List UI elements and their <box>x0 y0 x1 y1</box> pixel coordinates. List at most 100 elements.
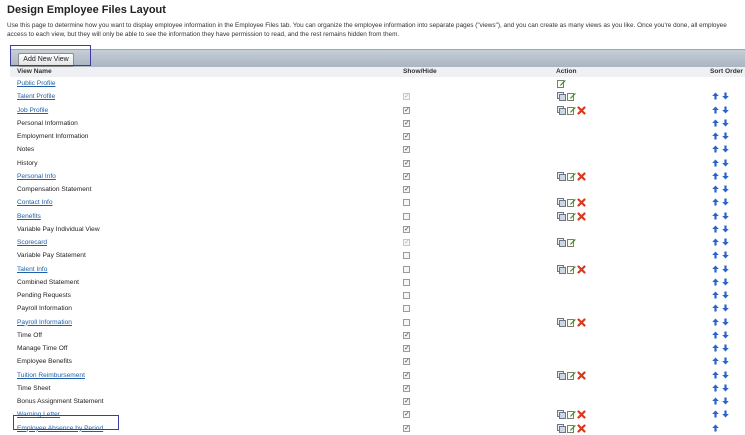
arrow-down-icon[interactable] <box>722 304 732 312</box>
edit-icon[interactable] <box>567 106 577 115</box>
arrow-down-icon[interactable] <box>722 212 732 220</box>
view-name-link[interactable]: Benefits <box>17 213 41 220</box>
edit-icon[interactable] <box>567 92 577 102</box>
copy-icon[interactable] <box>557 92 567 102</box>
arrow-up-icon[interactable] <box>712 132 722 140</box>
edit-icon[interactable] <box>567 265 577 274</box>
arrow-down-icon[interactable] <box>722 172 732 180</box>
arrow-down-icon[interactable] <box>722 371 732 379</box>
show-hide-checkbox[interactable]: ✓ <box>403 411 410 419</box>
view-name-link[interactable]: Job Profile <box>17 107 48 114</box>
arrow-up-icon[interactable] <box>712 212 722 220</box>
show-hide-checkbox[interactable] <box>403 199 410 207</box>
arrow-down-icon[interactable] <box>722 344 732 352</box>
arrow-up-icon[interactable] <box>712 238 722 246</box>
arrow-down-icon[interactable] <box>722 265 732 273</box>
show-hide-checkbox[interactable]: ✓ <box>403 186 410 193</box>
delete-icon[interactable] <box>577 211 587 221</box>
edit-icon[interactable] <box>567 238 577 247</box>
arrow-up-icon[interactable] <box>712 265 722 273</box>
arrow-up-icon[interactable] <box>712 106 722 114</box>
view-name-link[interactable]: Talent Profile <box>17 93 55 100</box>
arrow-down-icon[interactable] <box>722 397 732 405</box>
copy-icon[interactable] <box>557 198 567 208</box>
edit-icon[interactable] <box>557 79 567 88</box>
arrow-up-icon[interactable] <box>712 172 722 180</box>
show-hide-checkbox[interactable]: ✓ <box>403 146 410 154</box>
arrow-down-icon[interactable] <box>722 198 732 206</box>
view-name-link[interactable]: Contact Info <box>17 199 53 206</box>
arrow-up-icon[interactable] <box>712 251 722 259</box>
arrow-up-icon[interactable] <box>712 304 722 312</box>
arrow-down-icon[interactable] <box>722 318 732 326</box>
show-hide-checkbox[interactable]: ✓ <box>403 331 410 339</box>
view-name-link[interactable]: Tuition Reimbursement <box>17 372 85 379</box>
copy-icon[interactable] <box>557 238 567 247</box>
delete-icon[interactable] <box>577 423 587 433</box>
show-hide-checkbox[interactable]: ✓ <box>403 225 410 233</box>
delete-icon[interactable] <box>577 317 587 327</box>
copy-icon[interactable] <box>557 410 567 420</box>
arrow-down-icon[interactable] <box>722 410 732 418</box>
arrow-up-icon[interactable] <box>712 331 722 339</box>
arrow-down-icon[interactable] <box>722 331 732 339</box>
show-hide-checkbox[interactable]: ✓ <box>403 384 410 392</box>
arrow-down-icon[interactable] <box>722 92 732 100</box>
copy-icon[interactable] <box>557 211 567 221</box>
arrow-up-icon[interactable] <box>712 225 722 233</box>
arrow-down-icon[interactable] <box>722 132 732 140</box>
arrow-up-icon[interactable] <box>712 371 722 379</box>
show-hide-checkbox[interactable] <box>403 265 410 273</box>
arrow-down-icon[interactable] <box>722 291 732 299</box>
view-name-link[interactable]: Scorecard <box>17 239 47 246</box>
edit-icon[interactable] <box>567 318 577 327</box>
delete-icon[interactable] <box>577 370 587 380</box>
copy-icon[interactable] <box>557 105 567 115</box>
show-hide-checkbox[interactable]: ✓ <box>403 119 410 127</box>
edit-icon[interactable] <box>567 198 577 208</box>
arrow-up-icon[interactable] <box>712 145 722 153</box>
show-hide-checkbox[interactable]: ✓ <box>403 172 410 180</box>
arrow-down-icon[interactable] <box>722 106 732 114</box>
arrow-up-icon[interactable] <box>712 278 722 286</box>
show-hide-checkbox[interactable] <box>403 278 410 286</box>
show-hide-checkbox[interactable] <box>403 318 410 326</box>
arrow-up-icon[interactable] <box>712 397 722 405</box>
arrow-up-icon[interactable] <box>712 424 722 432</box>
arrow-up-icon[interactable] <box>712 198 722 206</box>
show-hide-checkbox[interactable] <box>403 292 410 299</box>
show-hide-checkbox[interactable]: ✓ <box>403 398 410 405</box>
copy-icon[interactable] <box>557 171 567 181</box>
arrow-up-icon[interactable] <box>712 384 722 392</box>
arrow-down-icon[interactable] <box>722 357 732 365</box>
copy-icon[interactable] <box>557 264 567 274</box>
edit-icon[interactable] <box>567 172 577 181</box>
arrow-down-icon[interactable] <box>722 384 732 392</box>
edit-icon[interactable] <box>567 212 577 221</box>
arrow-down-icon[interactable] <box>722 119 732 127</box>
copy-icon[interactable] <box>557 370 567 380</box>
delete-icon[interactable] <box>577 198 587 207</box>
arrow-up-icon[interactable] <box>712 357 722 365</box>
arrow-up-icon[interactable] <box>712 318 722 326</box>
show-hide-checkbox[interactable]: ✓ <box>403 345 410 352</box>
view-name-link[interactable]: Payroll Information <box>17 319 72 326</box>
arrow-up-icon[interactable] <box>712 185 722 193</box>
arrow-down-icon[interactable] <box>722 145 732 153</box>
show-hide-checkbox[interactable]: ✓ <box>403 424 410 432</box>
arrow-up-icon[interactable] <box>712 159 722 167</box>
arrow-up-icon[interactable] <box>712 92 722 100</box>
show-hide-checkbox[interactable] <box>403 252 410 260</box>
arrow-down-icon[interactable] <box>722 185 732 193</box>
show-hide-checkbox[interactable] <box>403 212 410 220</box>
arrow-down-icon[interactable] <box>722 225 732 233</box>
show-hide-checkbox[interactable] <box>403 305 410 313</box>
arrow-up-icon[interactable] <box>712 291 722 299</box>
arrow-down-icon[interactable] <box>722 251 732 259</box>
show-hide-checkbox[interactable]: ✓ <box>403 371 410 379</box>
edit-icon[interactable] <box>567 424 577 433</box>
delete-icon[interactable] <box>577 172 587 181</box>
show-hide-checkbox[interactable]: ✓ <box>403 133 410 140</box>
arrow-down-icon[interactable] <box>722 159 732 167</box>
show-hide-checkbox[interactable]: ✓ <box>403 106 410 114</box>
